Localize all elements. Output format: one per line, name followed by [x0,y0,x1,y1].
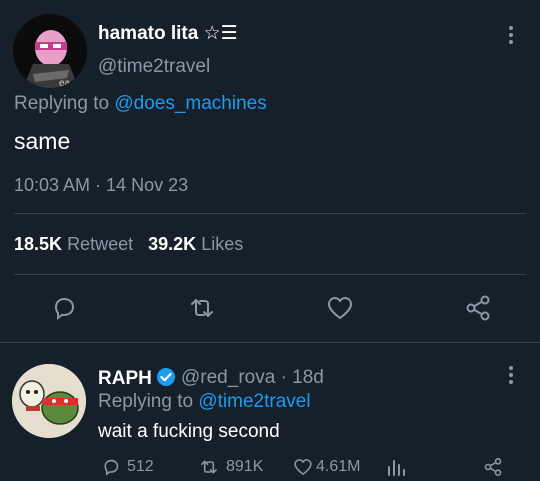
like-icon [294,459,312,476]
like-count: 39.2K [148,234,197,254]
svg-text:ea: ea [59,78,71,88]
reply-like-count: 4.61M [316,458,361,475]
avatar[interactable] [12,364,86,438]
retweet-label: Retweet [67,234,134,254]
avatar[interactable]: ea [13,14,87,88]
likes-link[interactable]: 39.2K Likes [148,234,243,254]
tweet-text: same [14,128,71,154]
like-icon[interactable] [326,294,354,322]
views-icon[interactable] [386,457,406,477]
share-icon[interactable] [464,294,492,322]
divider [14,213,526,214]
user-handle[interactable]: @time2travel [98,56,210,78]
reply-icon [104,459,119,476]
reply-icon[interactable] [50,294,78,322]
engagement-stats: 18.5K Retweet 39.2K Likes [14,234,243,255]
retweet-icon [201,460,217,474]
replying-prefix: Replying to [98,391,194,412]
replying-to-link[interactable]: @does_machines [114,93,266,114]
display-name-text: hamato lita [98,23,199,44]
tweet-timestamp[interactable]: 10:03 AM · 14 Nov 23 [14,175,188,196]
more-icon[interactable] [506,366,516,388]
reply-text: wait a fucking second [98,421,280,442]
reply-reply-button[interactable]: 512 [101,457,154,477]
reply-handle-time[interactable]: @red_rova · 18d [181,367,324,389]
replying-prefix: Replying to [14,93,110,114]
like-label: Likes [201,234,244,254]
retweet-icon[interactable] [188,294,216,322]
divider [0,342,540,343]
retweet-count: 18.5K [14,234,63,254]
reply-count: 512 [127,458,154,475]
verified-icon [156,367,176,393]
replying-to: Replying to @does_machines [14,93,267,115]
replying-to-link[interactable]: @time2travel [198,391,310,412]
reply-display-name[interactable]: RAPH [98,367,176,393]
reply-replying-to: Replying to @time2travel [98,391,311,413]
more-icon[interactable] [506,26,516,48]
reply-retweet-count: 891K [226,458,264,475]
divider [14,274,526,275]
display-name[interactable]: hamato lita ☆☰ [98,22,238,45]
reply-like-button[interactable]: 4.61M [292,457,360,477]
name-decoration: ☆☰ [203,23,238,44]
retweets-link[interactable]: 18.5K Retweet [14,234,133,254]
reply-retweet-button[interactable]: 891K [198,457,263,477]
share-icon[interactable] [482,457,504,477]
reply-display-name-text: RAPH [98,368,152,389]
